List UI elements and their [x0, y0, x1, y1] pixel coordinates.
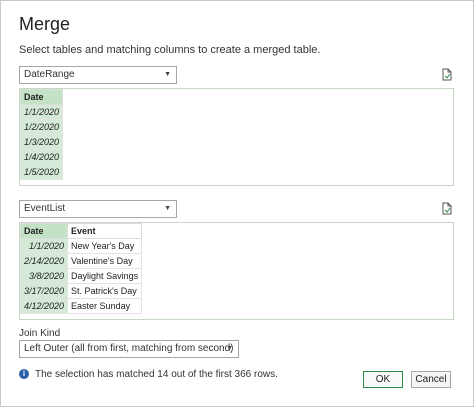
table-cell: 1/2/2020 — [19, 119, 64, 135]
second-table-dropdown[interactable]: EventList ▼ — [19, 200, 177, 218]
table-cell: Valentine's Day — [67, 253, 143, 269]
table-row: 1/4/2020 — [19, 149, 64, 165]
second-table-dropdown-value: EventList — [24, 203, 66, 214]
table-cell: 1/1/2020 — [19, 104, 64, 120]
first-table-dropdown-value: DateRange — [24, 69, 75, 80]
ok-button[interactable]: OK — [363, 371, 403, 388]
first-table-dropdown[interactable]: DateRange ▼ — [19, 66, 177, 84]
table-cell: 3/17/2020 — [19, 283, 69, 299]
table-row: 1/1/2020 New Year's Day — [19, 238, 143, 254]
table-cell: 1/3/2020 — [19, 134, 64, 150]
table-cell: 4/12/2020 — [19, 298, 69, 314]
dialog-subtitle: Select tables and matching columns to cr… — [19, 44, 321, 56]
chevron-down-icon: ▼ — [164, 71, 171, 78]
table-cell: New Year's Day — [67, 238, 143, 254]
first-table-preview — [19, 88, 454, 186]
join-kind-label: Join Kind — [19, 328, 61, 339]
table-row: 3/17/2020 St. Patrick's Day — [19, 283, 143, 299]
join-kind-dropdown-value: Left Outer (all from first, matching fro… — [24, 343, 234, 354]
table-cell: Daylight Savings — [67, 268, 143, 284]
table-cell: 3/8/2020 — [19, 268, 69, 284]
table-row: 1/5/2020 — [19, 164, 64, 180]
column-header-date[interactable]: Date — [19, 223, 69, 239]
info-icon: i — [19, 369, 29, 379]
table-row: 1/2/2020 — [19, 119, 64, 135]
match-status-text: The selection has matched 14 out of the … — [35, 369, 278, 380]
column-header-event[interactable]: Event — [67, 223, 143, 239]
table-row: 1/3/2020 — [19, 134, 64, 150]
table-cell: 1/5/2020 — [19, 164, 64, 180]
chevron-down-icon: ▼ — [164, 205, 171, 212]
cancel-button[interactable]: Cancel — [411, 371, 451, 388]
table-row: 3/8/2020 Daylight Savings — [19, 268, 143, 284]
table-cell: Easter Sunday — [67, 298, 143, 314]
table-cell: St. Patrick's Day — [67, 283, 143, 299]
file-preview-icon[interactable] — [442, 202, 452, 215]
second-table-grid: Date Event 1/1/2020 New Year's Day 2/14/… — [19, 223, 143, 314]
table-cell: 1/4/2020 — [19, 149, 64, 165]
table-row: 2/14/2020 Valentine's Day — [19, 253, 143, 269]
chevron-down-icon: ▼ — [226, 345, 233, 352]
table-cell: 1/1/2020 — [19, 238, 69, 254]
first-table-grid: Date 1/1/2020 1/2/2020 1/3/2020 1/4/2020… — [19, 89, 64, 180]
table-cell: 2/14/2020 — [19, 253, 69, 269]
table-row: 1/1/2020 — [19, 104, 64, 120]
join-kind-dropdown[interactable]: Left Outer (all from first, matching fro… — [19, 340, 239, 358]
dialog-title: Merge — [19, 14, 71, 34]
table-row: 4/12/2020 Easter Sunday — [19, 298, 143, 314]
column-header-date[interactable]: Date — [19, 89, 64, 105]
file-preview-icon[interactable] — [442, 68, 452, 81]
